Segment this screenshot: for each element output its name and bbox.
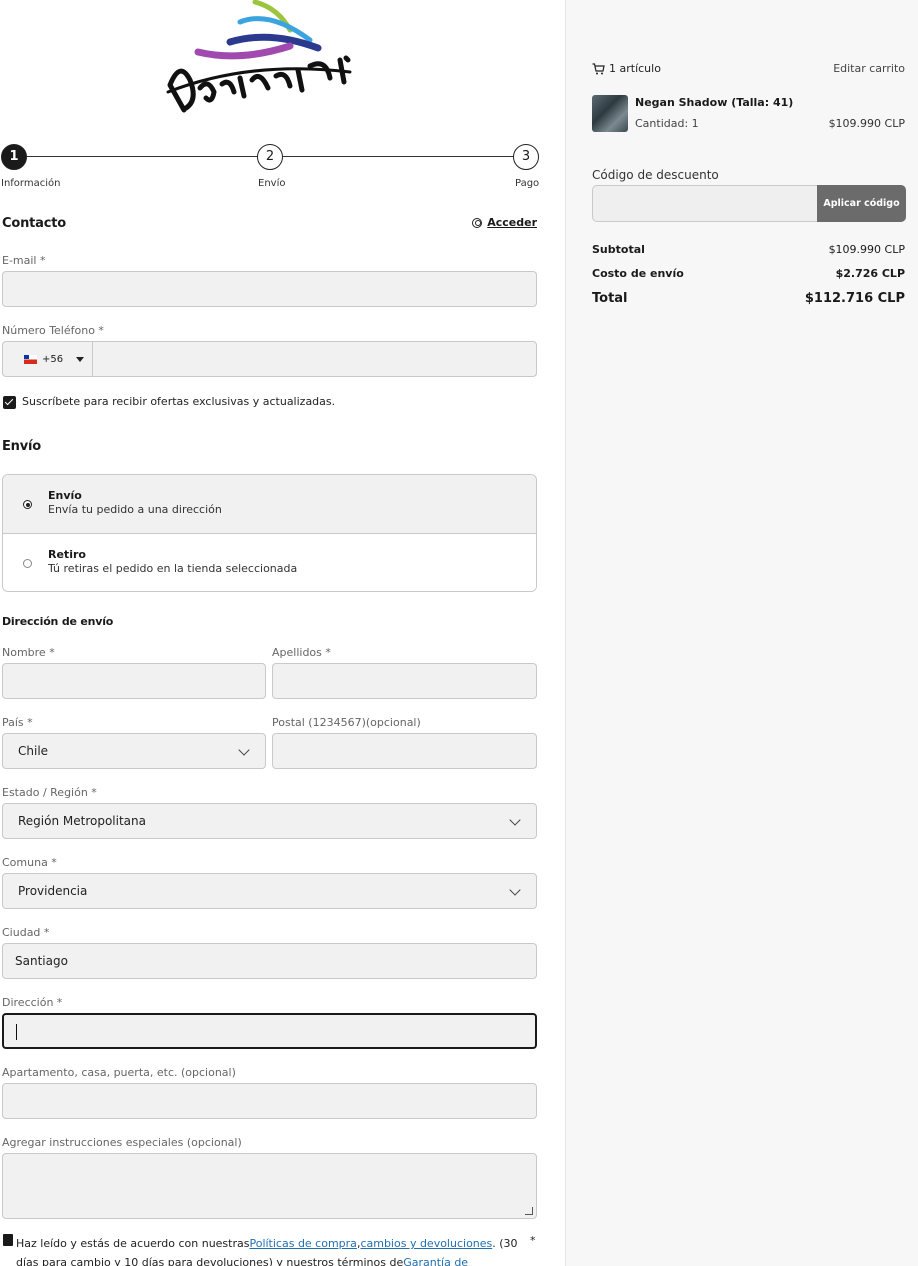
address-field[interactable] <box>2 1013 537 1049</box>
city-value: Santiago <box>15 954 68 968</box>
subscribe-label: Suscríbete para recibir ofertas exclusiv… <box>22 395 336 408</box>
discount-code-label: Código de descuento <box>592 168 719 182</box>
shipping-option-subtitle: Envía tu pedido a una dirección <box>48 503 222 516</box>
cart-count-label: 1 artículo <box>609 62 661 75</box>
chevron-down-icon <box>509 884 521 896</box>
step-1-label: Información <box>1 178 61 189</box>
user-icon <box>472 217 483 228</box>
product-price: $109.990 CLP <box>828 117 905 130</box>
subtotal-label: Subtotal <box>592 243 645 256</box>
city-field[interactable]: Santiago <box>2 943 537 979</box>
radio-unselected[interactable] <box>23 559 32 568</box>
comuna-label: Comuna * <box>2 856 57 869</box>
shipping-cost-label: Costo de envío <box>592 267 684 280</box>
chevron-down-icon <box>238 744 250 756</box>
subscribe-checkbox[interactable] <box>3 396 16 409</box>
terms-text: Haz leído y estás de acuerdo con nuestra… <box>16 1234 526 1266</box>
total-row: Total $112.716 CLP <box>592 291 905 306</box>
first-name-label: Nombre * <box>2 646 55 659</box>
city-label: Ciudad * <box>2 926 50 939</box>
postal-label: Postal (1234567)(opcional) <box>272 716 421 729</box>
apply-discount-button[interactable]: Aplicar código <box>817 185 906 222</box>
country-label: País * <box>2 716 33 729</box>
shipping-section-title: Envío <box>2 439 41 454</box>
step-2-circle[interactable]: 2 <box>257 144 283 170</box>
discount-code-input[interactable] <box>592 185 818 222</box>
terms-text-start: Haz leído y estás de acuerdo con nuestra… <box>16 1237 250 1250</box>
instructions-label: Agregar instrucciones especiales (opcion… <box>2 1136 242 1149</box>
country-code-value: +56 <box>42 353 64 365</box>
country-value: Chile <box>18 744 49 758</box>
chevron-down-icon <box>509 814 521 826</box>
country-select[interactable]: Chile <box>2 733 266 769</box>
last-name-field[interactable] <box>272 663 537 699</box>
region-label: Estado / Región * <box>2 786 97 799</box>
login-link[interactable]: Acceder <box>472 216 537 229</box>
cart-icon <box>592 62 605 74</box>
comuna-select[interactable]: Providencia <box>2 873 537 909</box>
shipping-cost-row: Costo de envío $2.726 CLP <box>592 267 905 280</box>
shipping-method-group: Envío Envía tu pedido a una dirección Re… <box>2 474 537 592</box>
order-summary-panel: 1 artículo Editar carrito Negan Shadow (… <box>565 0 918 1266</box>
contact-section-title: Contacto <box>2 216 66 231</box>
subtotal-row: Subtotal $109.990 CLP <box>592 243 905 256</box>
purchase-policy-link[interactable]: Políticas de compra <box>249 1237 356 1250</box>
postal-field[interactable] <box>272 733 537 769</box>
product-quantity: Cantidad: 1 <box>635 117 699 130</box>
comuna-value: Providencia <box>18 884 88 898</box>
phone-label: Número Teléfono * <box>2 324 104 337</box>
shipping-option-subtitle: Tú retiras el pedido en la tienda selecc… <box>48 562 298 575</box>
terms-required-mark: * <box>530 1234 536 1247</box>
dropdown-arrow-icon <box>76 356 85 362</box>
total-label: Total <box>592 291 628 306</box>
radio-selected[interactable] <box>23 500 32 509</box>
checkout-stepper: 1 2 3 Información Envío Pago <box>0 143 540 193</box>
text-cursor <box>16 1024 17 1040</box>
returns-policy-link[interactable]: cambios y devoluciones <box>360 1237 492 1250</box>
product-name: Negan Shadow (Talla: 41) <box>635 96 794 109</box>
step-1-circle[interactable]: 1 <box>1 144 27 170</box>
login-link-label: Acceder <box>487 216 537 229</box>
shipping-option-title: Envío <box>48 489 82 502</box>
step-3-circle[interactable]: 3 <box>513 144 539 170</box>
region-select[interactable]: Región Metropolitana <box>2 803 537 839</box>
product-thumbnail <box>592 95 628 132</box>
resize-handle-icon[interactable] <box>525 1207 533 1215</box>
step-3-label: Pago <box>515 178 540 189</box>
chile-flag-icon <box>24 354 37 364</box>
email-label: E-mail * <box>2 254 46 267</box>
edit-cart-link[interactable]: Editar carrito <box>833 62 905 75</box>
checkout-form-column: 1 2 3 Información Envío Pago Contacto Ac… <box>0 0 540 1266</box>
country-code-selector[interactable]: +56 <box>3 342 93 376</box>
shipping-cost-value: $2.726 CLP <box>835 267 905 280</box>
step-2-label: Envío <box>258 178 286 189</box>
shipping-option-title: Retiro <box>48 548 86 561</box>
first-name-field[interactable] <box>2 663 266 699</box>
address-section-title: Dirección de envío <box>2 615 114 628</box>
email-field[interactable] <box>2 271 537 307</box>
total-value: $112.716 CLP <box>804 291 905 306</box>
apartment-label: Apartamento, casa, puerta, etc. (opciona… <box>2 1066 236 1079</box>
shipping-option-retiro[interactable]: Retiro Tú retiras el pedido en la tienda… <box>3 534 536 591</box>
phone-field[interactable]: +56 <box>2 341 537 377</box>
region-value: Región Metropolitana <box>18 814 146 828</box>
terms-checkbox[interactable] <box>3 1234 13 1246</box>
apartment-field[interactable] <box>2 1083 537 1119</box>
cart-count: 1 artículo <box>592 62 661 75</box>
shipping-option-envio[interactable]: Envío Envía tu pedido a una dirección <box>3 475 536 534</box>
subtotal-value: $109.990 CLP <box>828 243 905 256</box>
brand-logo[interactable] <box>160 0 360 122</box>
instructions-textarea[interactable] <box>2 1153 537 1219</box>
address-label: Dirección * <box>2 996 63 1009</box>
last-name-label: Apellidos * <box>272 646 331 659</box>
